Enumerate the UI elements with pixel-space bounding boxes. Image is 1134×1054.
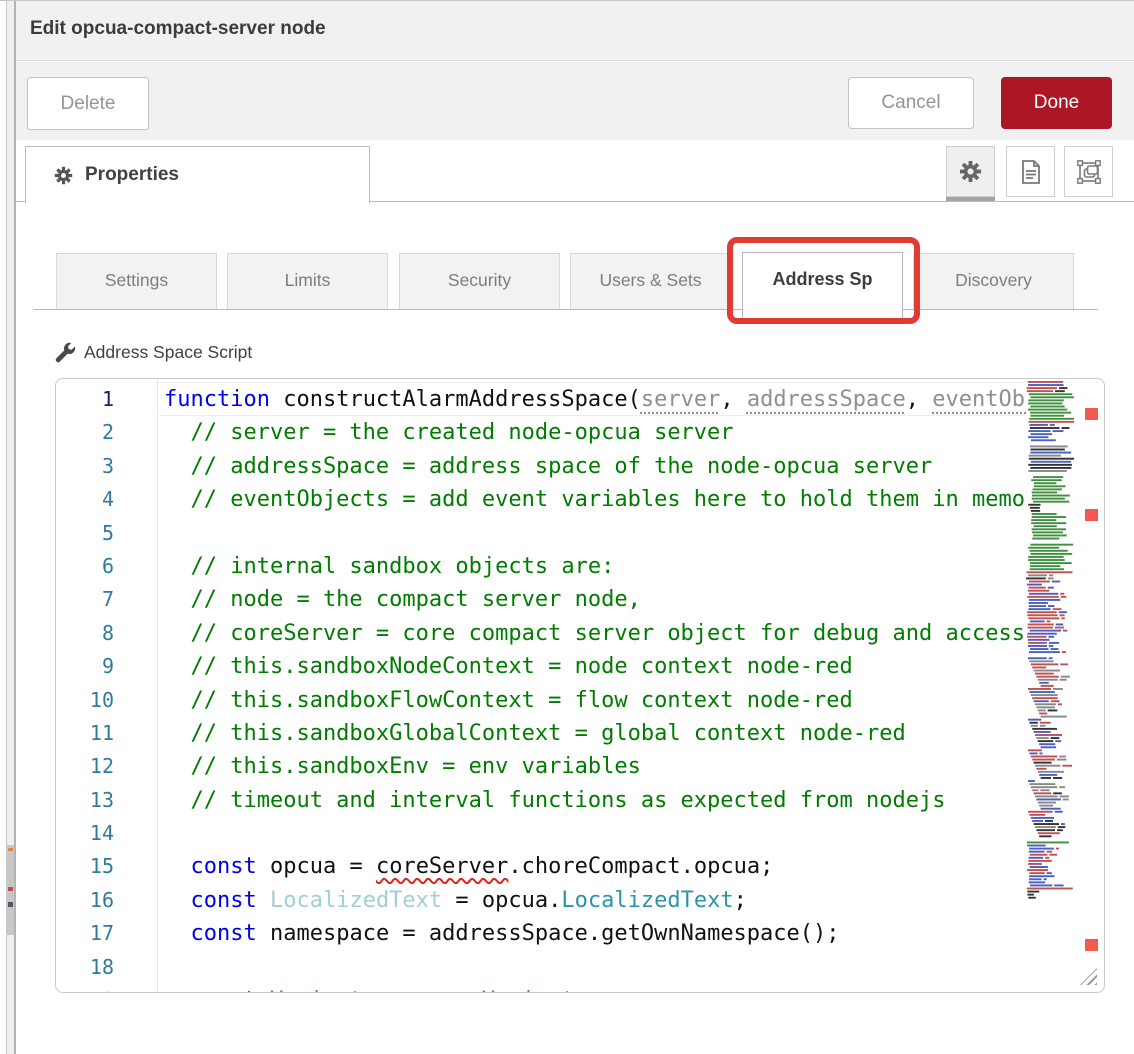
editor-resize-handle[interactable] — [1080, 968, 1097, 985]
line-number: 3 — [56, 450, 114, 483]
line-number: 17 — [56, 917, 114, 950]
code-content[interactable]: function constructAlarmAddressSpace(serv… — [164, 383, 1026, 993]
gear-icon — [959, 160, 982, 183]
error-marker — [1085, 509, 1098, 521]
form-tab-users-sets[interactable]: Users & Sets — [570, 253, 731, 310]
code-line[interactable]: // internal sandbox objects are: — [164, 550, 1026, 583]
code-line[interactable]: // node = the compact server node, — [164, 583, 1026, 616]
form-tab-address-sp[interactable]: Address Sp — [742, 252, 903, 323]
line-number: 15 — [56, 850, 114, 883]
done-button[interactable]: Done — [1001, 77, 1112, 129]
dialog-header: Edit opcua-compact-server node — [16, 1, 1134, 61]
form-tabbar-line — [33, 309, 1098, 310]
line-number: 11 — [56, 717, 114, 750]
line-number: 2 — [56, 416, 114, 449]
code-line[interactable]: function constructAlarmAddressSpace(serv… — [164, 383, 1026, 416]
wrench-icon — [55, 342, 76, 363]
code-line[interactable] — [164, 517, 1026, 550]
form-tab-settings[interactable]: Settings — [56, 253, 217, 310]
section-label: Address Space Script — [84, 342, 252, 363]
edit-node-dialog: Edit opcua-compact-server node Delete Ca… — [0, 0, 1134, 1054]
code-editor[interactable]: 12345678910111213141516171819 function c… — [55, 378, 1105, 993]
selected-section-underline — [946, 197, 995, 201]
form-tab-security[interactable]: Security — [399, 253, 560, 310]
cancel-button[interactable]: Cancel — [848, 77, 974, 129]
tab-properties[interactable]: Properties — [25, 146, 370, 203]
line-number: 16 — [56, 884, 114, 917]
line-number: 12 — [56, 750, 114, 783]
code-line[interactable]: // timeout and interval functions as exp… — [164, 784, 1026, 817]
appearance-section-button[interactable] — [1064, 146, 1113, 197]
error-marker — [1085, 939, 1098, 951]
dialog-toolbar: Delete Cancel Done — [16, 62, 1134, 140]
document-icon — [1020, 160, 1042, 184]
code-line[interactable]: // this.sandboxFlowContext = flow contex… — [164, 684, 1026, 717]
code-line[interactable]: const opcua = coreServer.choreCompact.op… — [164, 850, 1026, 883]
code-line[interactable]: // this.sandboxGlobalContext = global co… — [164, 717, 1026, 750]
line-number: 13 — [56, 784, 114, 817]
gutter-separator — [157, 379, 158, 993]
code-line[interactable]: // coreServer = core compact server obje… — [164, 617, 1026, 650]
code-line[interactable]: // addressSpace = address space of the n… — [164, 450, 1026, 483]
scroll-annotation-mark — [8, 902, 13, 907]
section-header: Address Space Script — [55, 342, 252, 363]
editor-minimap[interactable] — [1026, 381, 1078, 906]
form-tab-discovery[interactable]: Discovery — [913, 253, 1074, 310]
code-line[interactable] — [164, 951, 1026, 984]
tab-properties-label: Properties — [85, 164, 179, 186]
gear-icon — [54, 166, 73, 185]
code-line[interactable]: // this.sandboxEnv = env variables — [164, 750, 1026, 783]
delete-button[interactable]: Delete — [27, 77, 149, 130]
line-number: 10 — [56, 684, 114, 717]
line-number: 9 — [56, 650, 114, 683]
line-number: 1 — [56, 383, 114, 416]
properties-section-button[interactable] — [946, 146, 995, 197]
appearance-icon — [1077, 160, 1101, 184]
line-number: 6 — [56, 550, 114, 583]
dialog-title: Edit opcua-compact-server node — [30, 18, 326, 40]
code-line[interactable]: const LocalizedText = opcua.LocalizedTex… — [164, 884, 1026, 917]
line-number: 14 — [56, 817, 114, 850]
line-number: 7 — [56, 583, 114, 616]
scroll-annotation-mark — [8, 848, 13, 851]
scroll-annotation-mark — [8, 887, 13, 891]
line-number: 19 — [56, 984, 114, 993]
code-line[interactable]: // eventObjects = add event variables he… — [164, 483, 1026, 516]
error-marker — [1085, 408, 1098, 420]
line-number-gutter: 12345678910111213141516171819 — [56, 383, 114, 993]
line-number: 8 — [56, 617, 114, 650]
description-section-button[interactable] — [1006, 146, 1055, 197]
line-number: 5 — [56, 517, 114, 550]
code-line[interactable] — [164, 817, 1026, 850]
code-line[interactable]: // this.sandboxNodeContext = node contex… — [164, 650, 1026, 683]
form-tab-limits[interactable]: Limits — [227, 253, 388, 310]
line-number: 18 — [56, 951, 114, 984]
code-line[interactable]: const namespace = addressSpace.getOwnNam… — [164, 917, 1026, 950]
code-line[interactable]: const Variant = opcua.Variant; — [164, 984, 1026, 993]
code-line[interactable]: // server = the created node-opcua serve… — [164, 416, 1026, 449]
line-number: 4 — [56, 483, 114, 516]
